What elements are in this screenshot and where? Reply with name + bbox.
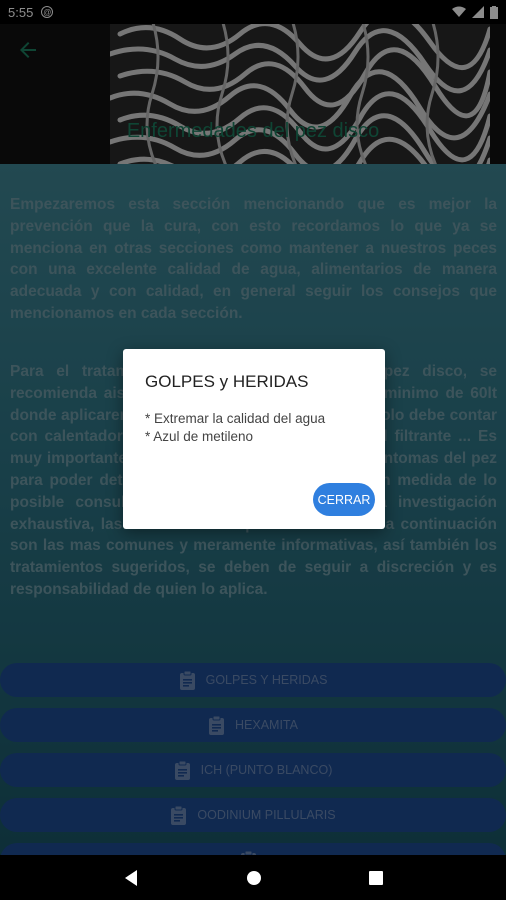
dialog-line: * Azul de metileno	[145, 429, 254, 444]
disease-dialog: GOLPES y HERIDAS * Extremar la calidad d…	[123, 349, 385, 529]
recents-nav-icon[interactable]	[368, 870, 383, 885]
back-nav-icon[interactable]	[123, 869, 139, 887]
system-nav-bar	[0, 855, 506, 900]
close-button[interactable]: CERRAR	[313, 483, 375, 516]
dialog-line: * Extremar la calidad del agua	[145, 411, 326, 426]
dialog-title: GOLPES y HERIDAS	[145, 372, 309, 391]
home-nav-icon[interactable]	[246, 870, 262, 886]
